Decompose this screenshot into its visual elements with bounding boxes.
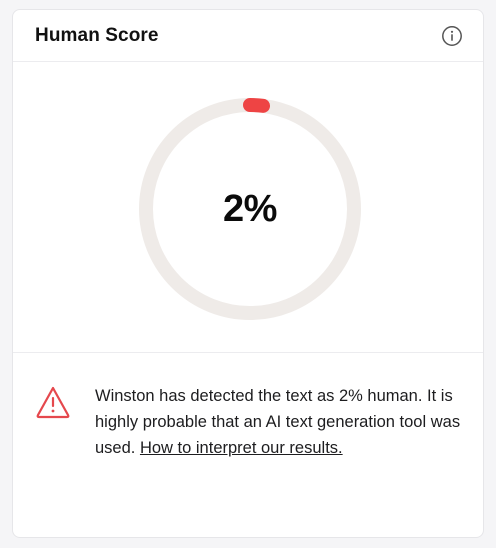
warning-triangle-icon <box>36 386 70 419</box>
human-score-card: Human Score 2% Winston has detected the … <box>12 9 484 538</box>
warning-mark-dot <box>51 409 55 413</box>
interpret-results-link[interactable]: How to interpret our results. <box>140 439 343 457</box>
info-icon[interactable] <box>441 25 463 47</box>
card-header: Human Score <box>13 10 483 62</box>
result-message: Winston has detected the text as 2% huma… <box>13 353 483 461</box>
card-title: Human Score <box>35 24 159 46</box>
gauge-section: 2% <box>13 62 483 353</box>
warning-mark-line <box>51 397 55 407</box>
score-value: 2% <box>223 187 277 230</box>
result-message-text: Winston has detected the text as 2% huma… <box>95 383 463 461</box>
